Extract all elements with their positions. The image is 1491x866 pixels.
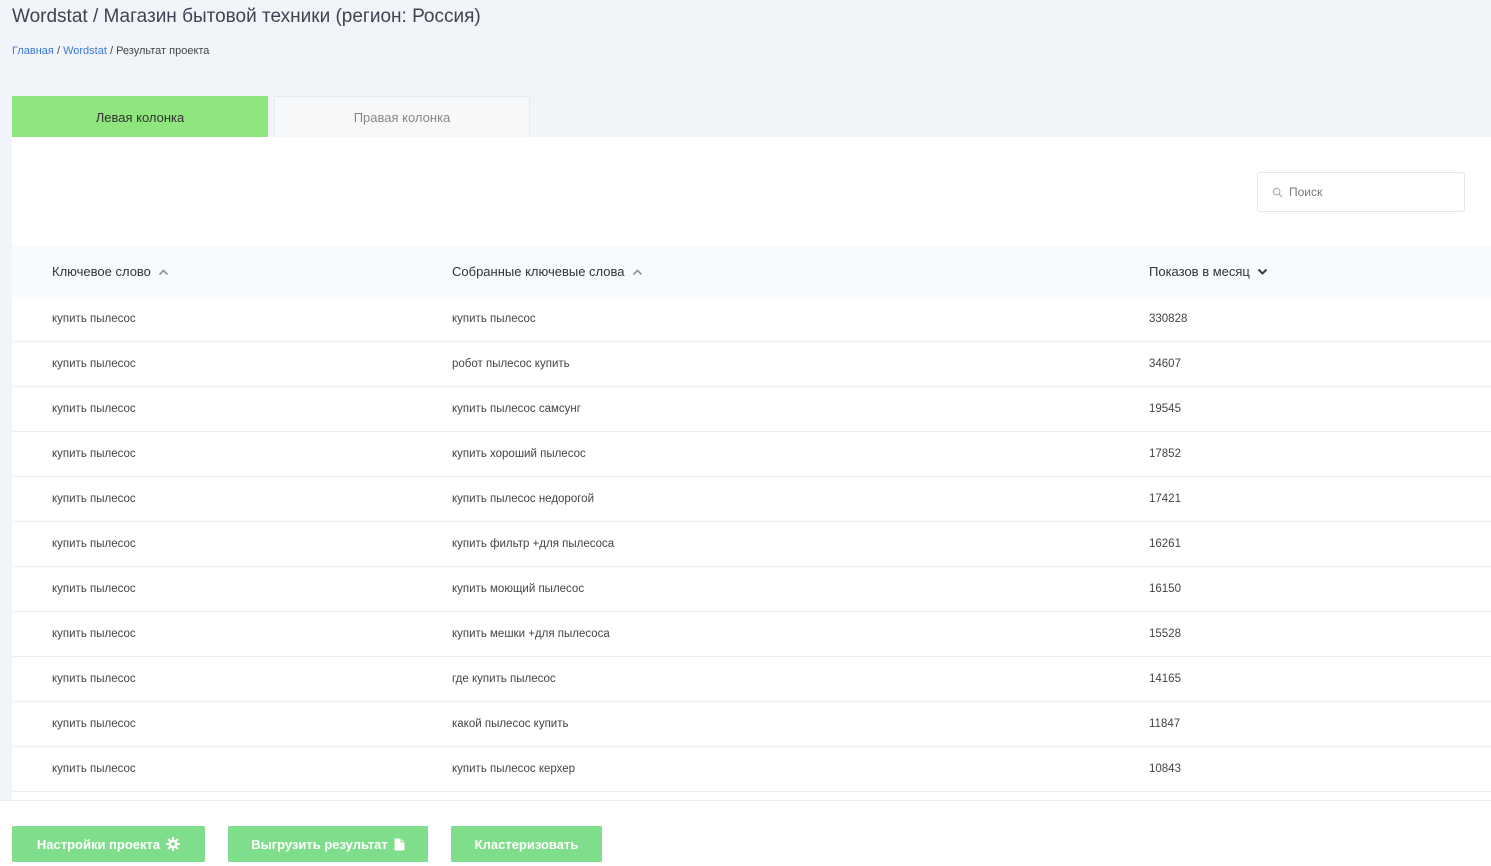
project-settings-button[interactable]: Настройки проекта: [12, 826, 205, 862]
keyword-cell: купить пылесос: [52, 718, 136, 730]
impressions-cell: 10843: [1149, 763, 1181, 775]
tab-right-column[interactable]: Правая колонка: [274, 96, 530, 138]
table-row[interactable]: купить пылесос купить пылесос керхер 108…: [12, 747, 1491, 792]
file-icon: [394, 838, 405, 850]
table-body: купить пылесос купить пылесос 330828 куп…: [12, 297, 1491, 792]
column-header-collected[interactable]: Собранные ключевые слова: [452, 246, 643, 297]
table-row[interactable]: купить пылесос купить хороший пылесос 17…: [12, 432, 1491, 477]
column-tabs: Левая колонка Правая колонка: [12, 96, 530, 138]
column-header-label: Ключевое слово: [52, 264, 151, 279]
table-row[interactable]: купить пылесос где купить пылесос 14165: [12, 657, 1491, 702]
table-row[interactable]: купить пылесос купить фильтр +для пылесо…: [12, 522, 1491, 567]
collected-keyword-cell: купить мешки +для пылесоса: [452, 628, 610, 640]
collected-keyword-cell: купить пылесос: [452, 313, 536, 325]
impressions-cell: 17852: [1149, 448, 1181, 460]
keyword-cell: купить пылесос: [52, 403, 136, 415]
chevron-up-icon: [158, 268, 169, 275]
keyword-cell: купить пылесос: [52, 628, 136, 640]
page-title: Wordstat / Магазин бытовой техники (реги…: [12, 6, 481, 27]
keyword-cell: купить пылесос: [52, 313, 136, 325]
export-result-label: Выгрузить результат: [251, 836, 388, 852]
collected-keyword-cell: купить хороший пылесос: [452, 448, 586, 460]
collected-keyword-cell: робот пылесос купить: [452, 358, 570, 370]
collected-keyword-cell: купить фильтр +для пылесоса: [452, 538, 615, 550]
search-box[interactable]: [1257, 172, 1465, 212]
project-settings-label: Настройки проекта: [36, 836, 161, 852]
gear-icon: [166, 837, 181, 851]
keyword-cell: купить пылесос: [52, 538, 136, 550]
impressions-cell: 17421: [1149, 493, 1181, 505]
column-header-keyword[interactable]: Ключевое слово: [52, 246, 169, 297]
keyword-cell: купить пылесос: [52, 673, 136, 685]
impressions-cell: 19545: [1149, 403, 1181, 415]
column-header-label: Показов в месяц: [1149, 264, 1250, 279]
clusterize-label: Кластеризовать: [474, 836, 579, 852]
tab-left-column[interactable]: Левая колонка: [12, 96, 268, 138]
clusterize-button[interactable]: Кластеризовать: [451, 826, 602, 862]
table-row[interactable]: купить пылесос робот пылесос купить 3460…: [12, 342, 1491, 387]
impressions-cell: 16261: [1149, 538, 1181, 550]
breadcrumb-current: Результат проекта: [116, 45, 210, 57]
action-footer: Настройки проекта Выгрузить результат Кл…: [0, 800, 1491, 866]
keyword-cell: купить пылесос: [52, 583, 136, 595]
table-row[interactable]: купить пылесос купить моющий пылесос 161…: [12, 567, 1491, 612]
keyword-cell: купить пылесос: [52, 358, 136, 370]
table-row[interactable]: купить пылесос купить пылесос 330828: [12, 297, 1491, 342]
breadcrumb-separator: /: [56, 45, 60, 57]
collected-keyword-cell: купить пылесос недорогой: [452, 493, 594, 505]
chevron-down-icon: [1257, 268, 1268, 275]
impressions-cell: 16150: [1149, 583, 1181, 595]
results-panel: Ключевое слово Собранные ключевые слова …: [12, 137, 1491, 800]
search-icon: [1272, 187, 1283, 197]
table-row[interactable]: купить пылесос купить пылесос недорогой …: [12, 477, 1491, 522]
impressions-cell: 11847: [1149, 718, 1181, 730]
breadcrumb: Главная / Wordstat / Результат проекта: [12, 45, 209, 57]
table-row[interactable]: купить пылесос купить пылесос самсунг 19…: [12, 387, 1491, 432]
collected-keyword-cell: купить пылесос самсунг: [452, 403, 581, 415]
impressions-cell: 34607: [1149, 358, 1181, 370]
impressions-cell: 15528: [1149, 628, 1181, 640]
table-header: Ключевое слово Собранные ключевые слова …: [12, 246, 1491, 297]
column-header-label: Собранные ключевые слова: [452, 264, 625, 279]
collected-keyword-cell: купить моющий пылесос: [452, 583, 585, 595]
table-row[interactable]: купить пылесос купить мешки +для пылесос…: [12, 612, 1491, 657]
keyword-cell: купить пылесос: [52, 763, 136, 775]
breadcrumb-home-link[interactable]: Главная: [12, 45, 54, 57]
keyword-cell: купить пылесос: [52, 448, 136, 460]
collected-keyword-cell: какой пылесос купить: [452, 718, 569, 730]
collected-keyword-cell: где купить пылесос: [452, 673, 556, 685]
collected-keyword-cell: купить пылесос керхер: [452, 763, 576, 775]
impressions-cell: 330828: [1149, 313, 1188, 325]
breadcrumb-separator: /: [109, 45, 113, 57]
breadcrumb-wordstat-link[interactable]: Wordstat: [63, 45, 107, 57]
keyword-cell: купить пылесос: [52, 493, 136, 505]
column-header-impressions[interactable]: Показов в месяц: [1149, 246, 1268, 297]
impressions-cell: 14165: [1149, 673, 1181, 685]
chevron-up-icon: [632, 268, 642, 275]
table-row[interactable]: купить пылесос какой пылесос купить 1184…: [12, 702, 1491, 747]
export-result-button[interactable]: Выгрузить результат: [228, 826, 428, 862]
search-input[interactable]: [1289, 185, 1449, 199]
